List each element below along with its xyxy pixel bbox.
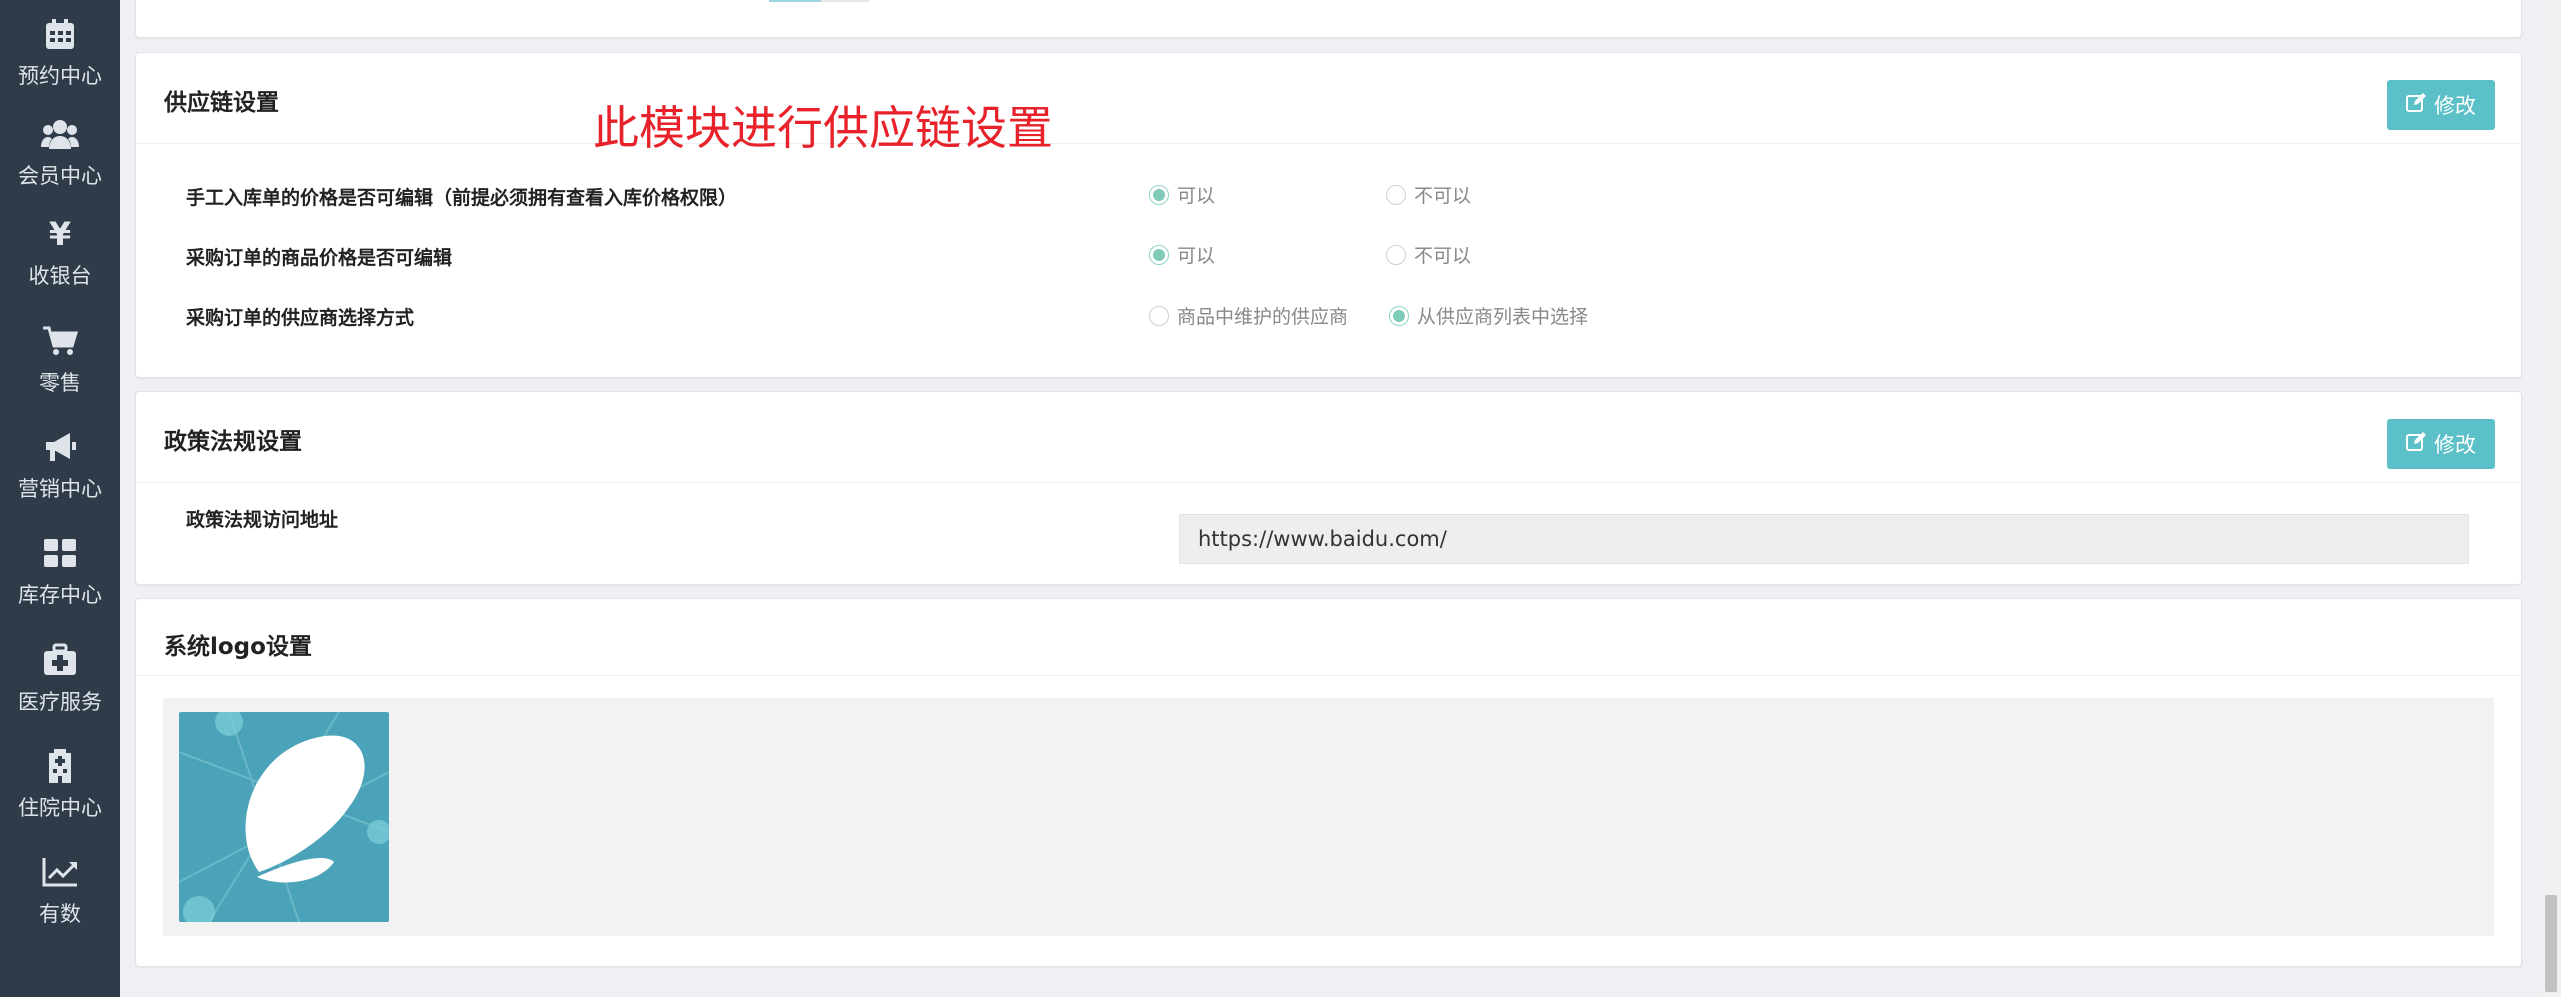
annotation-text: 此模块进行供应链设置 (593, 101, 1053, 155)
medkit-icon (40, 640, 80, 680)
radio-label: 可以 (1177, 245, 1216, 267)
radio-dot (1149, 244, 1169, 265)
policy-url-field[interactable]: https://www.baidu.com/ (1179, 514, 2469, 564)
sidebar-item-retail[interactable]: 零售 (0, 315, 120, 415)
card-title: 供应链设置 (164, 90, 279, 116)
sidebar-item-label: 收银台 (28, 264, 92, 288)
sidebar-item-label: 库存中心 (18, 583, 102, 607)
policy-settings-card: 政策法规设置 修改 政策法规访问地址 https://www.baidu.com… (135, 391, 2522, 585)
manual-inbound-price-label: 手工入库单的价格是否可编辑（前提必须拥有查看入库价格权限） (186, 187, 738, 209)
radio-label: 可以 (1177, 185, 1216, 207)
purchase-order-price-no-radio[interactable]: 不可以 (1386, 241, 1471, 268)
radio-label: 商品中维护的供应商 (1177, 306, 1349, 328)
radio-label: 不可以 (1414, 245, 1472, 267)
sidebar-item-members[interactable]: 会员中心 (0, 108, 120, 208)
sidebar-item-label: 住院中心 (18, 796, 102, 820)
edit-icon (2406, 92, 2426, 118)
supplier-from-product-radio[interactable]: 商品中维护的供应商 (1149, 302, 1348, 329)
previous-section-card (135, 0, 2522, 38)
manual-inbound-price-no-radio[interactable]: 不可以 (1386, 181, 1471, 208)
card-header: 系统logo设置 (136, 599, 2521, 676)
sidebar-item-marketing[interactable]: 营销中心 (0, 421, 120, 521)
edit-button[interactable]: 修改 (2387, 80, 2495, 130)
system-logo-image[interactable] (179, 712, 389, 922)
card-title: 政策法规设置 (164, 429, 302, 455)
supply-chain-settings-card: 供应链设置 修改 手工入库单的价格是否可编辑（前提必须拥有查看入库价格权限） 可… (135, 52, 2522, 378)
calendar-icon (40, 14, 80, 54)
manual-inbound-price-yes-radio[interactable]: 可以 (1149, 181, 1215, 208)
edit-label: 修改 (2434, 94, 2476, 118)
card-header: 供应链设置 修改 (136, 53, 2521, 144)
radio-label: 从供应商列表中选择 (1417, 306, 1589, 328)
supplier-selection-label: 采购订单的供应商选择方式 (186, 307, 415, 329)
sidebar-item-inpatient[interactable]: 住院中心 (0, 740, 120, 840)
cart-icon (40, 321, 80, 361)
sidebar-item-analytics[interactable]: 有数 (0, 846, 120, 946)
yen-icon: ¥ (48, 215, 72, 253)
users-icon (40, 114, 80, 154)
sidebar: 预约中心 会员中心 ¥ 收银台 零售 营销中心 库存中心 医疗服务 住院中心 有… (0, 0, 120, 997)
supplier-from-list-radio[interactable]: 从供应商列表中选择 (1389, 302, 1588, 329)
radio-dot (1386, 184, 1406, 205)
sidebar-item-appointments[interactable]: 预约中心 (0, 8, 120, 108)
radio-dot (1386, 244, 1406, 265)
logo-upload-area[interactable] (163, 698, 2494, 936)
edit-icon (2406, 431, 2426, 457)
sidebar-item-label: 会员中心 (18, 164, 102, 188)
purchase-order-price-yes-radio[interactable]: 可以 (1149, 241, 1215, 268)
megaphone-icon (40, 427, 80, 467)
grid-icon (40, 533, 80, 573)
sidebar-item-label: 预约中心 (18, 64, 102, 88)
sidebar-item-label: 有数 (39, 902, 81, 926)
sidebar-item-inventory[interactable]: 库存中心 (0, 527, 120, 627)
sidebar-item-cashier[interactable]: ¥ 收银台 (0, 208, 120, 308)
sidebar-item-label: 零售 (39, 371, 81, 395)
line-chart-icon (40, 852, 80, 892)
card-title: 系统logo设置 (164, 634, 312, 660)
policy-url-label: 政策法规访问地址 (186, 509, 339, 531)
scroll-indicator (769, 0, 869, 2)
card-header: 政策法规设置 修改 (136, 392, 2521, 483)
logo-settings-card: 系统logo设置 (135, 598, 2522, 967)
edit-label: 修改 (2434, 433, 2476, 457)
hospital-icon (40, 746, 80, 786)
page-scrollbar[interactable] (2541, 0, 2561, 997)
edit-button[interactable]: 修改 (2387, 419, 2495, 469)
sidebar-item-label: 营销中心 (18, 477, 102, 501)
sidebar-item-label: 医疗服务 (18, 690, 102, 714)
radio-dot (1149, 184, 1169, 205)
scrollbar-thumb[interactable] (2545, 895, 2557, 992)
purchase-order-price-label: 采购订单的商品价格是否可编辑 (186, 247, 453, 269)
radio-dot (1389, 305, 1409, 326)
radio-dot (1149, 305, 1169, 326)
sidebar-item-medical[interactable]: 医疗服务 (0, 634, 120, 734)
radio-label: 不可以 (1414, 185, 1472, 207)
